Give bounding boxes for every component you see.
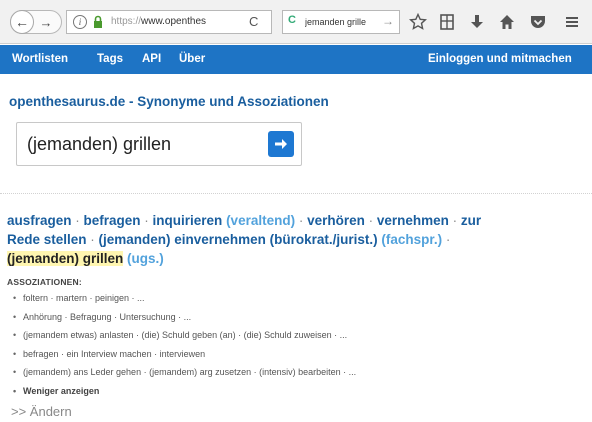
separator: ·: [71, 213, 84, 228]
lock-icon: [94, 15, 102, 28]
nav-buttons: ← →: [10, 10, 62, 34]
synonym-line: ausfragen · befragen · inquirieren (vera…: [7, 211, 577, 230]
bullet-icon: •: [13, 311, 17, 322]
separator: ·: [442, 232, 451, 247]
synonym-link[interactable]: vernehmen: [377, 213, 449, 228]
pocket-icon[interactable]: [527, 11, 549, 33]
synonym-link[interactable]: Rede stellen: [7, 232, 87, 247]
synonym-link[interactable]: (jemanden) grillen: [7, 251, 124, 266]
search-input-value: (jemanden) grillen: [27, 134, 172, 154]
reload-icon[interactable]: C: [249, 14, 258, 29]
home-icon[interactable]: [496, 11, 518, 33]
forward-button[interactable]: →: [37, 13, 55, 31]
show-less-link[interactable]: Weniger anzeigen: [23, 386, 99, 396]
url-host: www.openthes: [141, 16, 207, 27]
association-text[interactable]: befragen · ein Interview machen · interv…: [23, 349, 205, 359]
synonym-line: Rede stellen · (jemanden) einvernehmen (…: [7, 230, 577, 249]
bullet-icon: •: [13, 385, 17, 396]
browser-toolbar: ← → i https://www.openthes C C jemanden …: [0, 0, 592, 44]
synonym-link[interactable]: befragen: [84, 213, 141, 228]
page-title[interactable]: openthesaurus.de - Synonyme und Assoziat…: [9, 94, 329, 109]
browser-search-bar[interactable]: C jemanden grille →: [282, 10, 400, 34]
separator: ·: [448, 213, 461, 228]
usage-tag: (veraltend): [222, 213, 296, 228]
usage-tag: (fachspr.): [377, 232, 443, 247]
url-scheme: https://: [111, 16, 142, 27]
login-link[interactable]: Einloggen und mitmachen: [428, 53, 572, 65]
separator: ·: [295, 213, 308, 228]
associations-heading: ASSOZIATIONEN:: [7, 277, 82, 287]
synonym-link[interactable]: zur: [461, 213, 481, 228]
nav-wortlisten[interactable]: Wortlisten: [12, 53, 68, 65]
associations-list: • foltern · martern · peinigen · ... • Anh…: [13, 293, 573, 404]
search-input[interactable]: (jemanden) grillen: [16, 122, 302, 166]
synonym-link[interactable]: (bürokrat./jurist.): [266, 232, 378, 247]
search-go-icon[interactable]: →: [382, 14, 394, 28]
association-text[interactable]: foltern · martern · peinigen · ...: [23, 293, 145, 303]
divider: [0, 193, 592, 194]
info-icon[interactable]: i: [73, 15, 87, 29]
synonym-link[interactable]: verhören: [307, 213, 365, 228]
association-text[interactable]: Anhörung · Befragung · Untersuchung · ..…: [23, 312, 191, 322]
bullet-icon: •: [13, 348, 17, 359]
synonym-link[interactable]: inquirieren: [153, 213, 223, 228]
back-button[interactable]: ←: [10, 10, 34, 34]
nav-api[interactable]: API: [142, 53, 161, 65]
list-item: • (jemandem) ans Leder gehen · (jemandem)…: [13, 367, 573, 386]
list-item: • befragen · ein Interview machen · inter…: [13, 349, 573, 368]
bullet-icon: •: [13, 293, 17, 303]
search-engine-icon[interactable]: C: [288, 14, 296, 26]
reading-list-icon[interactable]: [436, 11, 458, 33]
url-text: https://www.openthes: [111, 16, 223, 27]
nav-ueber[interactable]: Über: [179, 53, 205, 65]
show-less-item: • Weniger anzeigen: [13, 386, 573, 405]
usage-tag: (ugs.): [123, 251, 164, 266]
change-link[interactable]: >> Ändern: [11, 404, 72, 419]
menu-icon[interactable]: [561, 11, 583, 33]
list-item: • (jemandem etwas) anlasten · (die) Schul…: [13, 330, 573, 349]
star-icon[interactable]: [407, 11, 429, 33]
separator: ·: [364, 213, 377, 228]
synonym-line: (jemanden) grillen (ugs.): [7, 249, 577, 268]
url-bar[interactable]: i https://www.openthes C: [66, 10, 272, 34]
separator: ·: [140, 213, 153, 228]
list-item: • Anhörung · Befragung · Untersuchung · .…: [13, 312, 573, 331]
association-text[interactable]: (jemandem etwas) anlasten · (die) Schuld…: [23, 330, 347, 340]
bullet-icon: •: [13, 330, 17, 340]
association-text[interactable]: (jemandem) ans Leder gehen · (jemandem) …: [23, 367, 356, 377]
arrow-right-icon: [275, 139, 287, 149]
download-icon[interactable]: [466, 11, 488, 33]
browser-search-text: jemanden grille: [305, 17, 367, 27]
separator: ·: [86, 232, 99, 247]
list-item: • foltern · martern · peinigen · ...: [13, 293, 573, 312]
synonym-link[interactable]: (jemanden) einvernehmen: [99, 232, 266, 247]
bullet-icon: •: [13, 367, 17, 377]
nav-tags[interactable]: Tags: [97, 53, 123, 65]
site-nav: Wortlisten Tags API Über Einloggen und m…: [0, 45, 592, 74]
search-submit-button[interactable]: [268, 131, 294, 157]
synonym-group: ausfragen · befragen · inquirieren (vera…: [7, 211, 577, 268]
synonym-link[interactable]: ausfragen: [7, 213, 72, 228]
